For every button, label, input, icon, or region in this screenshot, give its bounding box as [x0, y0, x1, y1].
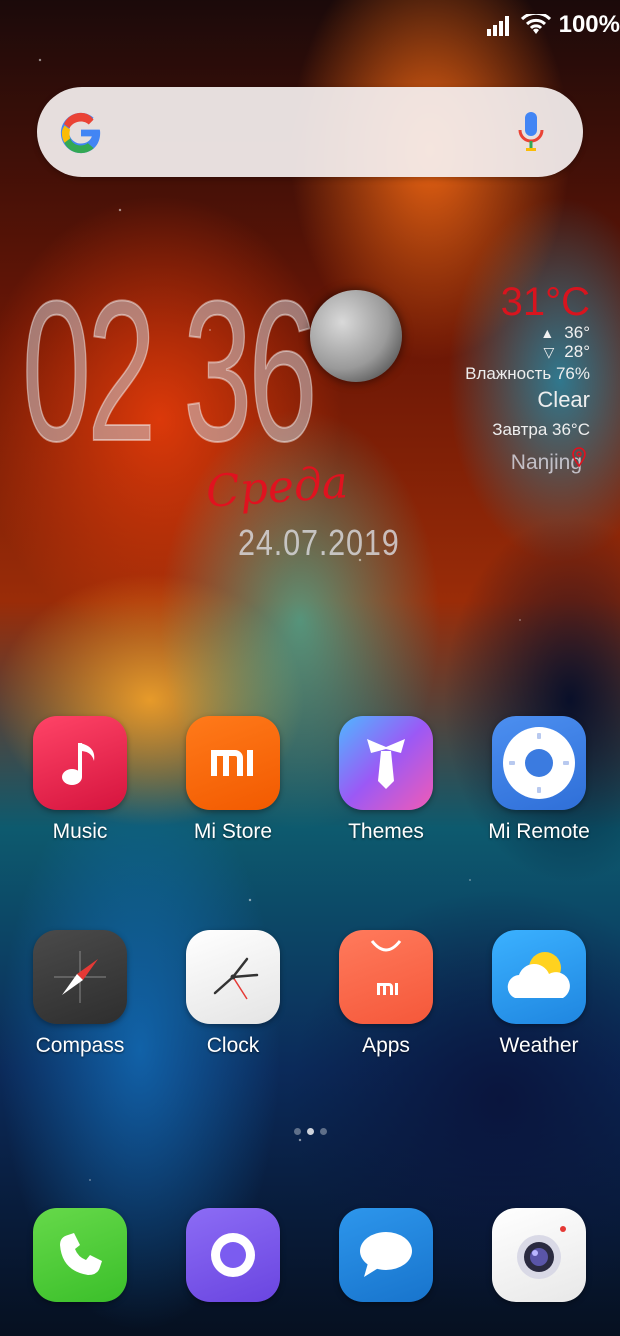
clock-date: 24.07.2019 [238, 522, 400, 563]
location-pin-icon [572, 447, 586, 467]
moon-phase-icon [310, 290, 402, 382]
wallpaper [0, 0, 620, 1336]
sun-cloud-icon [507, 952, 570, 998]
phone-app[interactable] [33, 1208, 127, 1302]
battery-percent: 100% [558, 11, 620, 38]
compass-label[interactable]: Compass [5, 1034, 155, 1058]
page-dot[interactable] [294, 1128, 301, 1135]
themes-app[interactable] [339, 716, 433, 810]
tie-icon [367, 739, 405, 789]
phone-icon [60, 1233, 102, 1275]
weather-temperature[interactable]: 31°C [501, 280, 590, 325]
clock-app[interactable] [186, 930, 280, 1024]
music-note-icon [62, 743, 95, 785]
page-indicator[interactable] [294, 1128, 327, 1135]
weather-tomorrow: Завтра 36°C [492, 420, 590, 439]
weather-label[interactable]: Weather [464, 1034, 614, 1058]
page-dot[interactable] [320, 1128, 327, 1135]
weather-humidity: Влажность 76% [465, 364, 590, 383]
themes-label[interactable]: Themes [311, 820, 461, 844]
mi-store-label[interactable]: Mi Store [158, 820, 308, 844]
shopping-bag-icon [370, 940, 402, 995]
weather-app[interactable] [492, 930, 586, 1024]
messages-icon [360, 1232, 412, 1277]
weather-high: ▲ 36° [540, 323, 590, 343]
weather-low: ▽ 28° [544, 342, 591, 362]
page-dot-active[interactable] [307, 1128, 314, 1135]
clock-label[interactable]: Clock [158, 1034, 308, 1058]
triangle-up-icon: ▲ [540, 325, 555, 341]
apps-store-app[interactable] [339, 930, 433, 1024]
compass-icon [54, 951, 106, 1003]
status-bar: 100% [486, 8, 620, 42]
signal-icon [486, 16, 509, 36]
clock-icon [213, 957, 259, 1000]
weather-low-value: 28° [564, 342, 590, 361]
mi-store-app[interactable] [186, 716, 280, 810]
wifi-icon [520, 14, 551, 34]
triangle-down-icon: ▽ [543, 344, 555, 360]
compass-app[interactable] [33, 930, 127, 1024]
mi-remote-app[interactable] [492, 716, 586, 810]
browser-app[interactable] [186, 1208, 280, 1302]
browser-icon [211, 1233, 255, 1277]
music-app[interactable] [33, 716, 127, 810]
clock-weekday: Среда [204, 457, 350, 518]
messages-app[interactable] [339, 1208, 433, 1302]
remote-control-icon [503, 727, 575, 799]
mic-icon[interactable] [516, 110, 546, 154]
camera-icon [517, 1226, 566, 1279]
music-label[interactable]: Music [5, 820, 155, 844]
mi-logo-icon [211, 750, 253, 776]
mi-remote-label[interactable]: Mi Remote [464, 820, 614, 844]
weather-high-value: 36° [564, 323, 590, 342]
camera-app[interactable] [492, 1208, 586, 1302]
weather-condition: Clear [537, 387, 590, 412]
google-search-bar[interactable] [37, 87, 583, 177]
google-g-icon[interactable] [58, 110, 104, 156]
clock-time: 02 36 [21, 260, 318, 483]
apps-label[interactable]: Apps [311, 1034, 461, 1058]
